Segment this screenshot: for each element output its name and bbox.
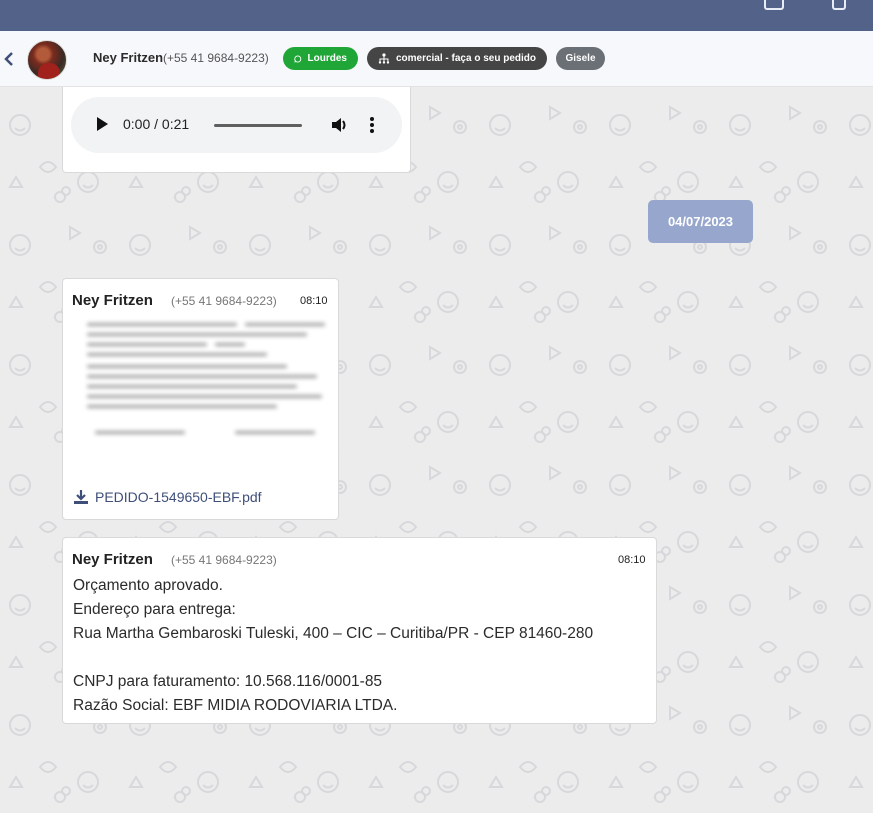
audio-player: 0:00 / 0:21 [71, 97, 402, 153]
top-navigation-bar [0, 0, 873, 31]
back-button[interactable] [2, 49, 16, 69]
tag-label: comercial - faça o seu pedido [395, 53, 536, 64]
date-divider: 04/07/2023 [648, 200, 753, 243]
tag-lourdes[interactable]: Lourdes [283, 47, 358, 70]
tag-gisele[interactable]: Gisele [556, 47, 605, 70]
audio-message: 0:00 / 0:21 [62, 87, 411, 173]
pdf-download-link[interactable]: PEDIDO-1549650-EBF.pdf [73, 489, 262, 505]
contact-name: Ney Fritzen [93, 50, 164, 65]
play-icon[interactable] [97, 117, 108, 131]
audio-progress-slider[interactable] [214, 124, 302, 127]
pdf-filename: PEDIDO-1549650-EBF.pdf [95, 489, 262, 505]
message-line: Rua Martha Gembaroski Tuleski, 400 – CIC… [73, 625, 594, 642]
tag-department[interactable]: comercial - faça o seu pedido [367, 47, 547, 70]
sender-name: Ney Fritzen [72, 292, 153, 309]
message-line: Orçamento aprovado. [73, 577, 223, 594]
sender-phone: (+55 41 9684-9223) [171, 294, 277, 308]
chat-icon[interactable] [764, 0, 784, 10]
message-line: Endereço para entrega: [73, 601, 236, 618]
pdf-preview[interactable] [85, 319, 335, 454]
whatsapp-icon [294, 55, 302, 63]
message-pdf: Ney Fritzen (+55 41 9684-9223) 08:10 PED… [62, 278, 339, 520]
message-time: 08:10 [618, 554, 646, 566]
download-icon [74, 490, 88, 504]
tag-label: Lourdes [307, 53, 347, 64]
message-line: Razão Social: EBF MIDIA RODOVIARIA LTDA. [73, 697, 398, 714]
message-line [73, 646, 593, 670]
sender-phone: (+55 41 9684-9223) [171, 553, 277, 567]
book-icon[interactable] [832, 0, 846, 10]
message-list[interactable]: 0:00 / 0:21 04/07/2023 Ney Fritzen (+55 … [0, 87, 873, 813]
volume-icon[interactable] [329, 115, 349, 135]
more-options-icon[interactable] [368, 115, 376, 135]
tag-label: Gisele [565, 53, 596, 64]
contact-phone: (+55 41 9684-9223) [163, 51, 269, 65]
audio-time: 0:00 / 0:21 [123, 116, 190, 132]
sender-name: Ney Fritzen [72, 551, 153, 568]
chevron-left-icon [4, 52, 13, 66]
message-time: 08:10 [300, 295, 328, 307]
message-body: Orçamento aprovado. Endereço para entreg… [73, 574, 593, 718]
org-chart-icon [378, 53, 390, 64]
chat-header: Ney Fritzen (+55 41 9684-9223) Lourdes c… [0, 31, 873, 87]
message-text: Ney Fritzen (+55 41 9684-9223) 08:10 Orç… [62, 537, 657, 724]
message-line: CNPJ para faturamento: 10.568.116/0001-8… [73, 673, 383, 690]
avatar[interactable] [27, 40, 67, 80]
